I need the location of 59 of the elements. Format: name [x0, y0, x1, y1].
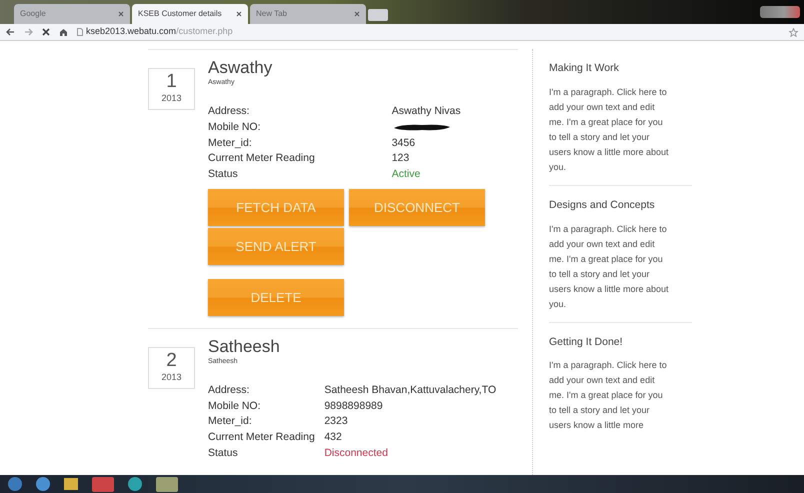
star-icon[interactable]: [789, 28, 798, 36]
taskbar-app-icon[interactable]: [128, 477, 142, 491]
close-icon[interactable]: [354, 11, 360, 17]
sidebar-heading: Getting It Done!: [549, 334, 624, 350]
field-value: 123: [392, 152, 410, 164]
field-label: Address:: [208, 382, 324, 398]
address-bar[interactable]: kseb2013.webatu.com/customer.php: [77, 25, 780, 39]
field-value: 432: [324, 431, 342, 443]
field-value: 9898898989: [324, 400, 383, 412]
field-label: Meter_id:: [208, 414, 324, 430]
entry-number: 1: [166, 72, 177, 92]
customer-name: Aswathy: [208, 58, 274, 78]
url-path: /customer.php: [176, 25, 233, 38]
sidebar-paragraph: I'm a paragraph. Click here to add your own text and edit me. I'm a great place for you to tell a story and let your users know a little more about you.: [549, 222, 670, 311]
field-value: Disconnected: [324, 446, 388, 459]
field-label: Mobile NO:: [208, 398, 324, 414]
tab-title: Google: [20, 8, 47, 20]
field-value: Aswathy Nivas: [392, 105, 461, 117]
page-icon: [77, 28, 83, 36]
field-label: Mobile NO:: [208, 120, 262, 135]
action-button[interactable]: DELETE: [208, 278, 344, 316]
window-controls-icon[interactable]: [760, 6, 800, 18]
field-label: Status: [208, 446, 239, 461]
home-icon[interactable]: [59, 28, 68, 36]
field-label: Current Meter Reading: [208, 151, 316, 166]
field-label: Meter_id:: [208, 136, 253, 150]
customer-name: Satheesh: [208, 336, 281, 357]
field-label: Address:: [208, 104, 392, 120]
taskbar-app-icon[interactable]: [156, 476, 178, 492]
url-host: kseb2013.webatu.com: [86, 25, 176, 38]
field-label: Current Meter Reading: [208, 430, 324, 446]
sidebar-heading: Making It Work: [549, 61, 620, 76]
action-button[interactable]: SEND ALERT: [208, 228, 344, 265]
entry-year: 2013: [161, 371, 182, 384]
browser-tab[interactable]: KSEB Customer details: [132, 4, 248, 24]
field-value: 3456: [392, 136, 416, 148]
sidebar-heading: Designs and Concepts: [549, 198, 656, 213]
start-orb-icon[interactable]: [8, 477, 22, 491]
close-icon[interactable]: [118, 11, 124, 17]
field-label: Status: [208, 167, 392, 183]
taskbar-app-icon[interactable]: [36, 477, 50, 491]
sidebar-paragraph: I'm a paragraph. Click here to add your own text and edit me. I'm a great place for you to tell a story and let your users know a little more about you.: [549, 86, 670, 174]
tab-title: New Tab: [256, 8, 288, 20]
tab-title: KSEB Customer details: [138, 8, 223, 20]
action-button[interactable]: FETCH DATA: [208, 188, 344, 226]
entry-number: 2: [166, 351, 177, 371]
sidebar-paragraph: I'm a paragraph. Click here to add your own text and edit me. I'm a great place for you to tell a story and let your users know a little more: [549, 359, 668, 432]
field-value: Satheesh Bhavan,Kattuvalachery,TO: [324, 384, 496, 396]
field-value: 2323: [324, 415, 348, 428]
close-icon[interactable]: [236, 11, 242, 17]
field-value: Active: [392, 168, 420, 180]
action-button[interactable]: DISCONNECT: [349, 188, 485, 226]
browser-tab[interactable]: New Tab: [250, 4, 366, 24]
forward-icon[interactable]: [24, 28, 33, 36]
browser-tab[interactable]: Google: [14, 4, 130, 24]
taskbar-app-icon[interactable]: [92, 476, 114, 492]
back-icon[interactable]: [6, 28, 15, 36]
stop-icon[interactable]: [42, 28, 50, 36]
entry-year: 2013: [161, 92, 182, 106]
